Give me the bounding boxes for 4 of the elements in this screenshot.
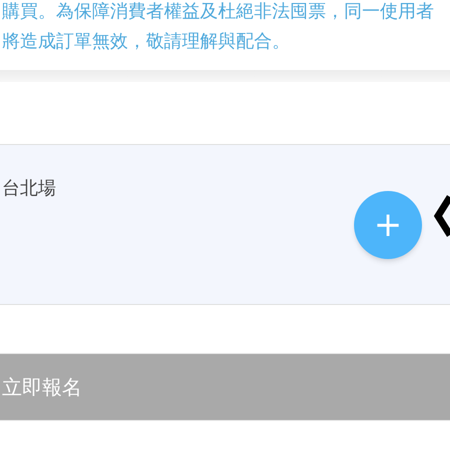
add-button[interactable]: + (354, 191, 422, 259)
notice-text: 購買。為保障消費者權益及杜絕非法囤票，同一使用者 (1, 0, 435, 24)
session-name: 台北場 (1, 177, 56, 201)
notice-text: 將造成訂單無效，敬請理解與配合。 (1, 30, 291, 54)
